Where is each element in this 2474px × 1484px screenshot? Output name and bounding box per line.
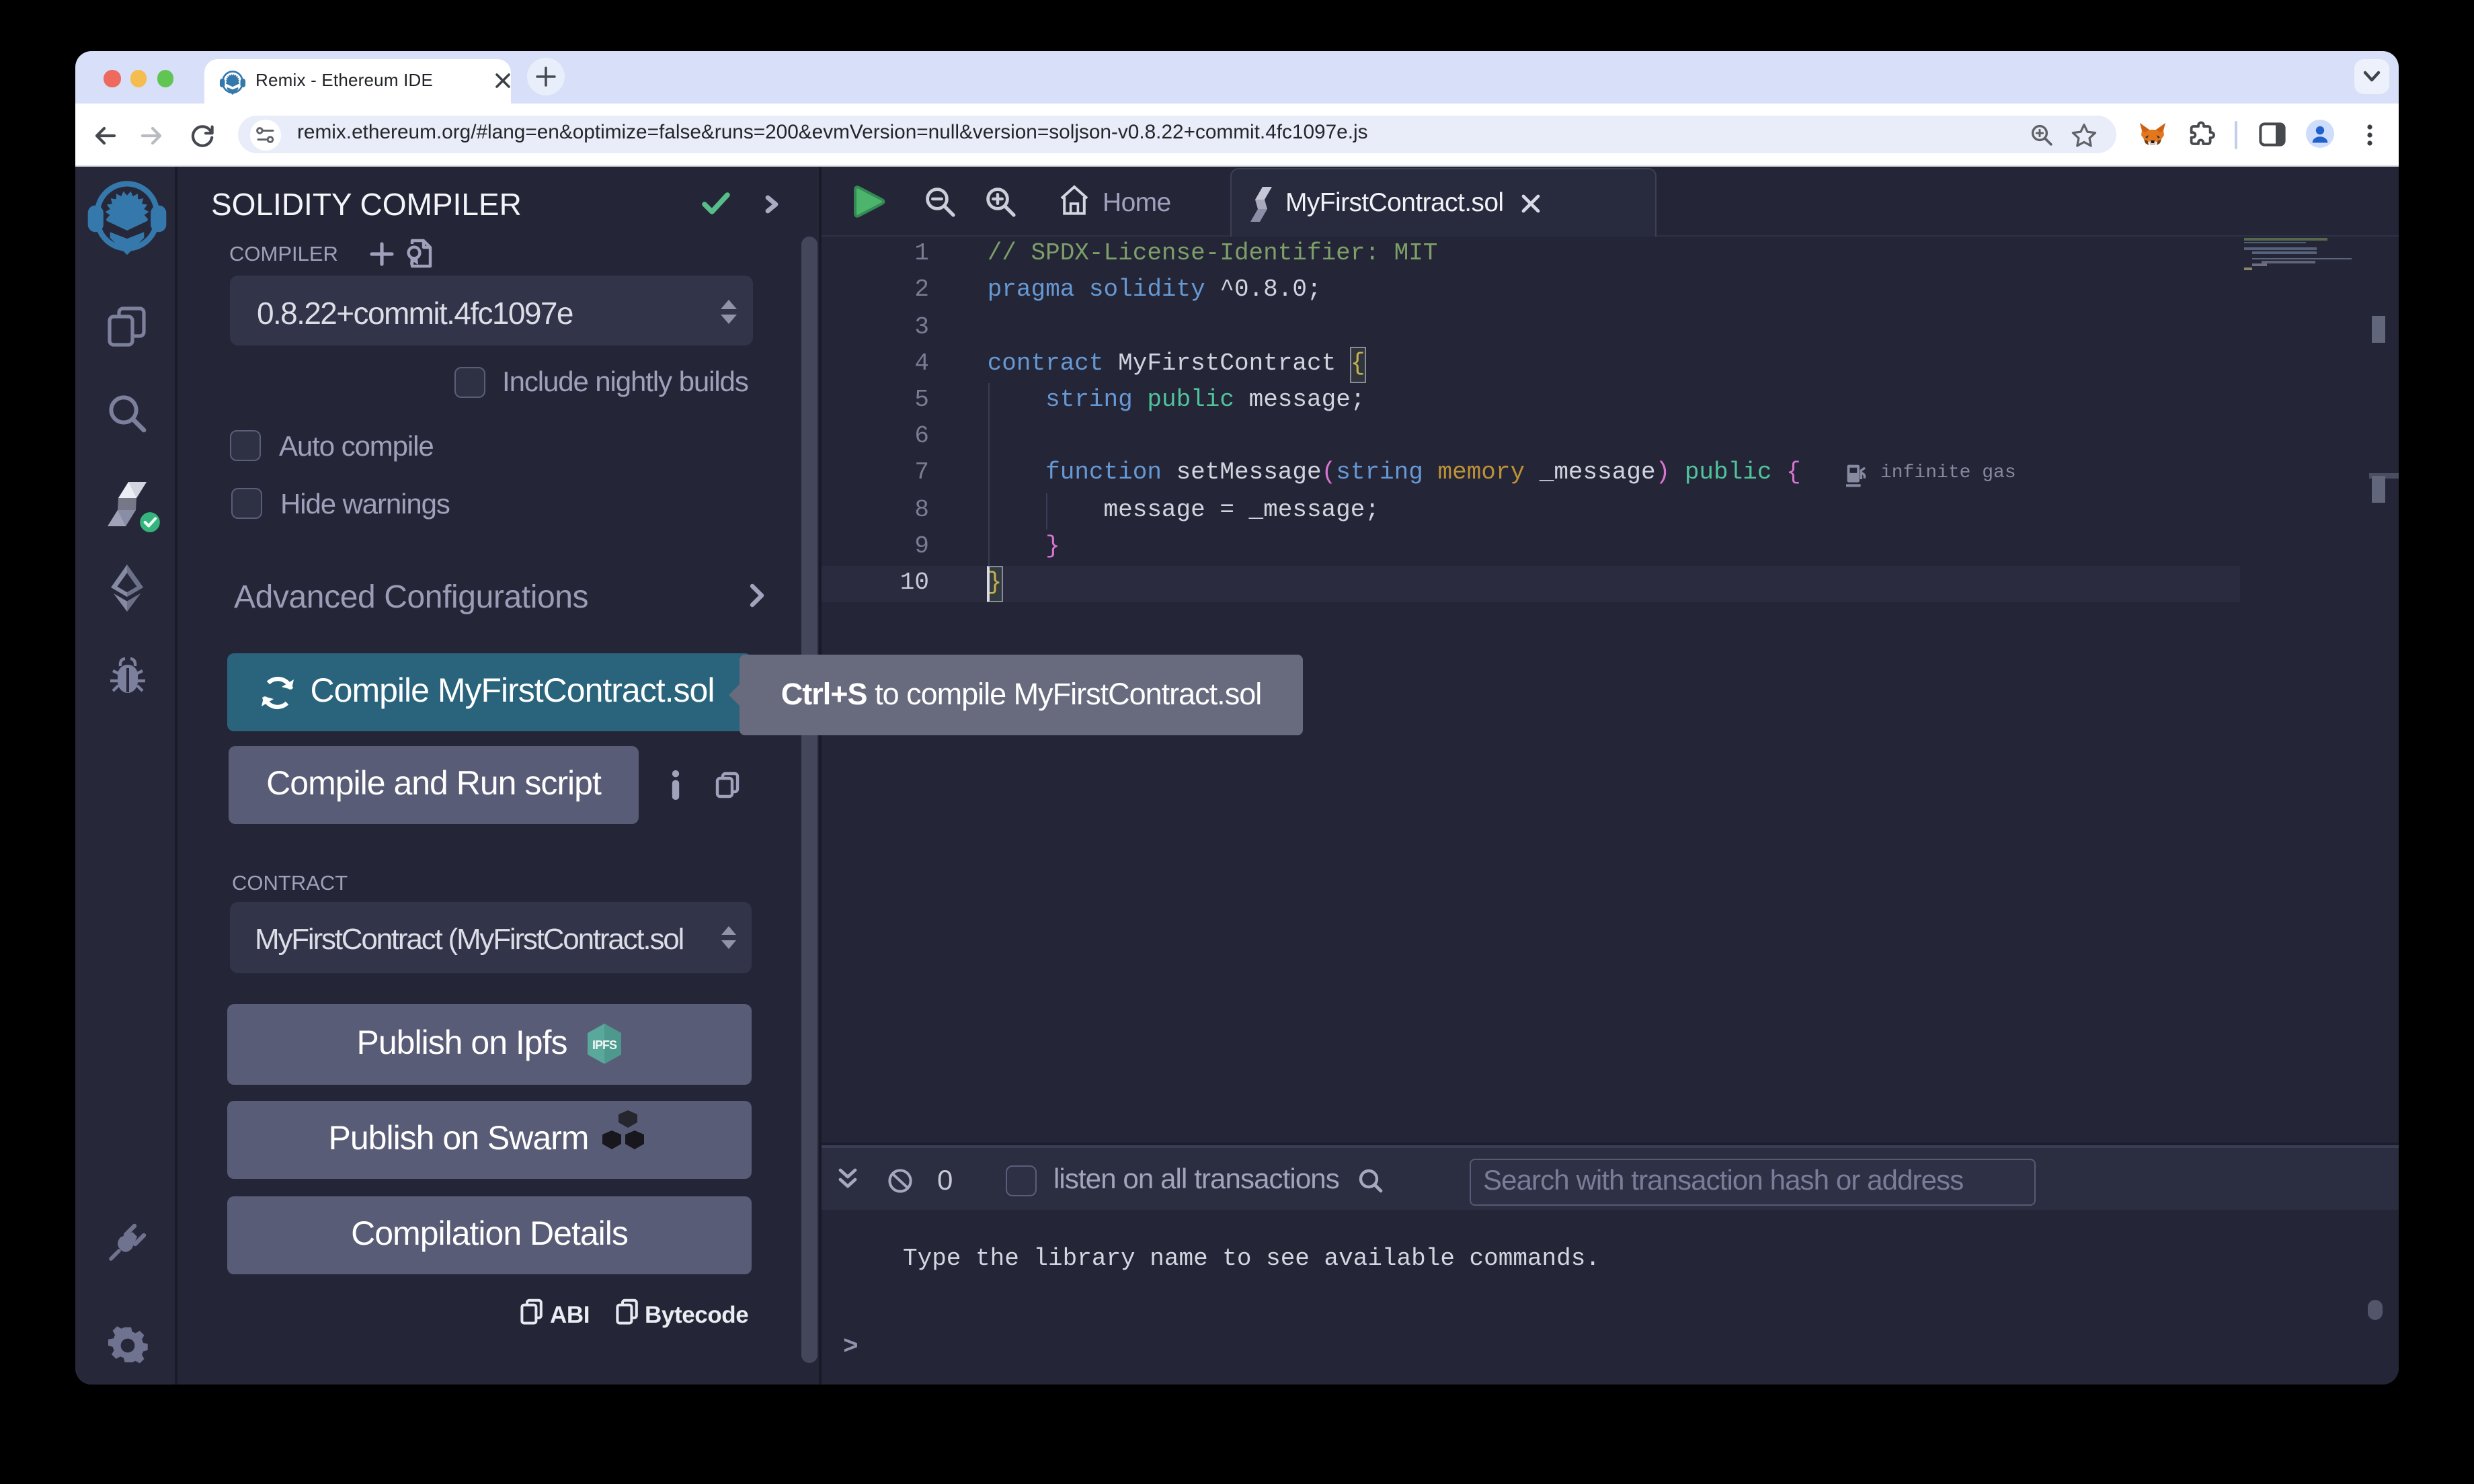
svg-text:IPFS: IPFS — [592, 1039, 616, 1053]
